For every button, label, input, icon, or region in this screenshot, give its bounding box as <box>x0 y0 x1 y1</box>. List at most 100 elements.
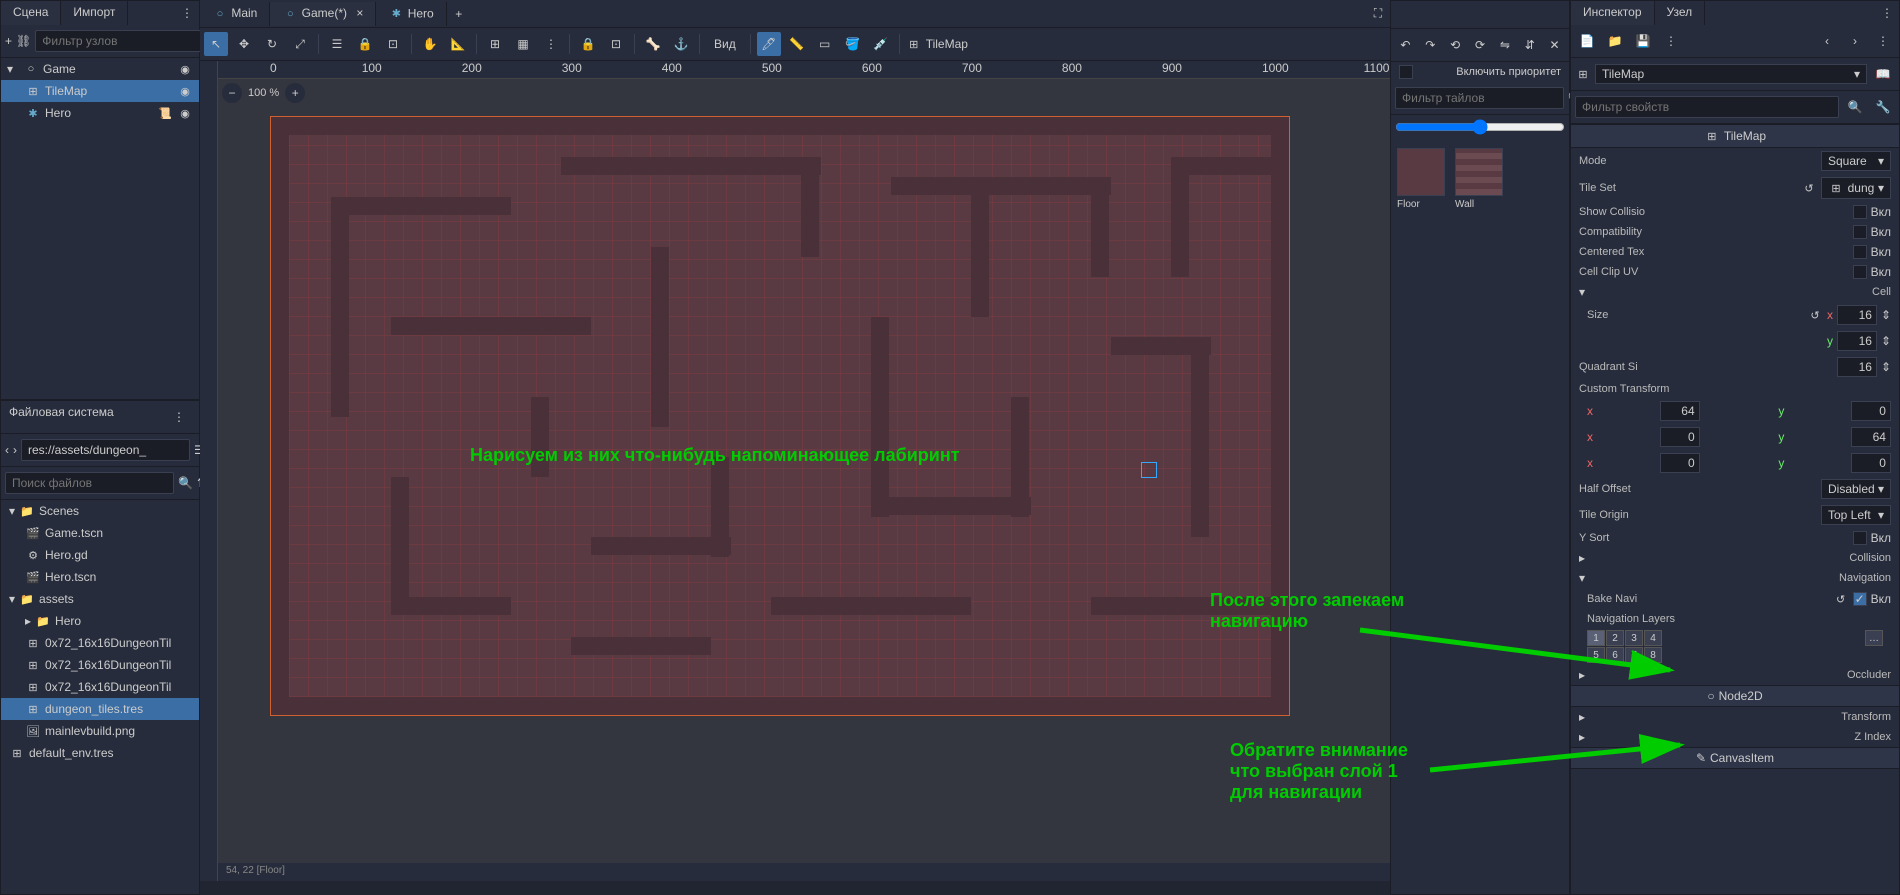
nav-layer-1[interactable]: 1 <box>1587 630 1605 646</box>
tab-import[interactable]: Импорт <box>61 1 128 25</box>
tree-node-tilemap[interactable]: ⊞ TileMap ◉ <box>1 80 199 102</box>
ct-01-input[interactable] <box>1851 401 1891 421</box>
fs-item[interactable]: ▾ 📁assets <box>1 588 199 610</box>
object-selector[interactable]: TileMap▾ <box>1595 64 1867 84</box>
history-fwd-icon[interactable]: › <box>1843 29 1867 53</box>
section-zindex[interactable]: ▸ Z Index <box>1571 727 1899 747</box>
anchor-icon[interactable]: ⚓ <box>669 32 693 56</box>
size-x-input[interactable] <box>1837 305 1877 325</box>
rotate-right-icon[interactable]: ⟳ <box>1470 33 1491 57</box>
viewport[interactable]: 0100200300400500600700800900100011001200… <box>200 61 1390 881</box>
nav-layer-3[interactable]: 3 <box>1625 630 1643 646</box>
inspector-menu-icon[interactable]: ⋮ <box>1875 1 1899 25</box>
load-resource-icon[interactable]: 📁 <box>1603 29 1627 53</box>
link-icon[interactable]: ⛓ <box>16 29 31 53</box>
history-menu-icon[interactable]: ⋮ <box>1871 29 1895 53</box>
search-icon[interactable]: 🔍 <box>1843 95 1867 119</box>
group-icon[interactable]: ⊡ <box>604 32 628 56</box>
clear-transform-icon[interactable]: ✕ <box>1544 33 1565 57</box>
mode-dropdown[interactable]: Square▾ <box>1821 151 1891 171</box>
tile-floor[interactable] <box>1397 148 1445 196</box>
tree-node-hero[interactable]: ✱ Hero 📜 ◉ <box>1 102 199 124</box>
list-tool-icon[interactable]: ☰ <box>325 32 349 56</box>
fs-item[interactable]: ▾ 📁Scenes <box>1 500 199 522</box>
revert-icon[interactable]: ↺ <box>1801 180 1817 196</box>
tab-node[interactable]: Узел <box>1655 1 1706 25</box>
section-navigation[interactable]: ▾ Navigation <box>1571 568 1899 588</box>
tools-icon[interactable]: 🔧 <box>1871 95 1895 119</box>
nav-back-icon[interactable]: ‹ <box>5 438 9 462</box>
view-menu[interactable]: Вид <box>706 37 744 51</box>
half-offset-dropdown[interactable]: Disabled▾ <box>1821 479 1891 499</box>
tree-node-game[interactable]: ▾○ Game ◉ <box>1 58 199 80</box>
show-collision-checkbox[interactable] <box>1853 205 1867 219</box>
fs-item[interactable]: ⊞dungeon_tiles.tres <box>1 698 199 720</box>
revert-icon[interactable]: ↺ <box>1833 591 1849 607</box>
line-tool-icon[interactable]: 📏 <box>785 32 809 56</box>
save-resource-icon[interactable]: 💾 <box>1631 29 1655 53</box>
nav-layer-7[interactable]: 7 <box>1625 647 1643 663</box>
tile-wall[interactable] <box>1455 148 1503 196</box>
fs-item[interactable]: ⚙Hero.gd <box>1 544 199 566</box>
scene-tab-main[interactable]: ○ Main <box>200 2 270 26</box>
lock-icon[interactable]: 🔒 <box>576 32 600 56</box>
nav-layer-2[interactable]: 2 <box>1606 630 1624 646</box>
grid-snap-icon[interactable]: ▦ <box>511 32 535 56</box>
history-back-icon[interactable]: ‹ <box>1815 29 1839 53</box>
section-node2d[interactable]: ○ Node2D <box>1571 685 1899 707</box>
tilemap-canvas[interactable] <box>270 116 1290 716</box>
bone-icon[interactable]: 🦴 <box>641 32 665 56</box>
rotate-tool-icon[interactable]: ↻ <box>260 32 284 56</box>
fs-menu-icon[interactable]: ⋮ <box>167 405 191 429</box>
rotate-left-icon[interactable]: ⟲ <box>1445 33 1466 57</box>
tab-scene[interactable]: Сцена <box>1 1 61 25</box>
stepper-icon[interactable]: ⇕ <box>1881 308 1891 322</box>
stepper-icon[interactable]: ⇕ <box>1881 360 1891 374</box>
fs-item[interactable]: 🎬Hero.tscn <box>1 566 199 588</box>
flip-h-icon[interactable]: ⇋ <box>1494 33 1515 57</box>
fs-item[interactable]: ⊞0x72_16x16DungeonTil <box>1 654 199 676</box>
cell-clip-uv-checkbox[interactable] <box>1853 265 1867 279</box>
nav-layer-6[interactable]: 6 <box>1606 647 1624 663</box>
ct-11-input[interactable] <box>1851 427 1891 447</box>
y-sort-checkbox[interactable] <box>1853 531 1867 545</box>
select-tool-icon[interactable]: ↖ <box>204 32 228 56</box>
priority-checkbox[interactable] <box>1399 65 1413 79</box>
docs-icon[interactable]: 📖 <box>1871 62 1895 86</box>
redo-icon[interactable]: ↷ <box>1420 33 1441 57</box>
bake-navi-checkbox[interactable]: ✓ <box>1853 592 1867 606</box>
script-icon[interactable]: 📜 <box>157 105 173 121</box>
move-tool-icon[interactable]: ✥ <box>232 32 256 56</box>
visibility-icon[interactable]: ◉ <box>177 61 193 77</box>
zoom-out-icon[interactable]: − <box>222 83 242 103</box>
tile-zoom-slider[interactable] <box>1395 119 1565 135</box>
stepper-icon[interactable]: ⇕ <box>1881 334 1891 348</box>
tile-origin-dropdown[interactable]: Top Left▾ <box>1821 505 1891 525</box>
lock-tool-icon[interactable]: 🔒 <box>353 32 377 56</box>
distraction-free-icon[interactable]: ⛶ <box>1366 2 1390 26</box>
compatibility-checkbox[interactable] <box>1853 225 1867 239</box>
paint-tool-icon[interactable]: 🖊 <box>757 32 781 56</box>
nav-layer-8[interactable]: 8 <box>1644 647 1662 663</box>
fs-item[interactable]: ⊞0x72_16x16DungeonTil <box>1 676 199 698</box>
close-icon[interactable]: × <box>356 6 363 20</box>
resource-menu-icon[interactable]: ⋮ <box>1659 29 1683 53</box>
section-canvasitem[interactable]: ✎ CanvasItem <box>1571 747 1899 769</box>
fs-item[interactable]: ▸ 📁Hero <box>1 610 199 632</box>
pan-tool-icon[interactable]: ✋ <box>418 32 442 56</box>
fs-search-input[interactable] <box>5 472 174 494</box>
revert-icon[interactable]: ↺ <box>1807 307 1823 323</box>
section-transform[interactable]: ▸ Transform <box>1571 707 1899 727</box>
centered-tex-checkbox[interactable] <box>1853 245 1867 259</box>
fs-item[interactable]: 🎬Game.tscn <box>1 522 199 544</box>
rect-tool-icon[interactable]: ▭ <box>813 32 837 56</box>
section-collision[interactable]: ▸ Collision <box>1571 548 1899 568</box>
fs-path-input[interactable] <box>21 439 190 461</box>
visibility-icon[interactable]: ◉ <box>177 105 193 121</box>
undo-icon[interactable]: ↶ <box>1395 33 1416 57</box>
fs-item[interactable]: ⊞0x72_16x16DungeonTil <box>1 632 199 654</box>
section-occluder[interactable]: ▸ Occluder <box>1571 665 1899 685</box>
scene-tab-hero[interactable]: ✱ Hero <box>376 2 446 26</box>
ct-20-input[interactable] <box>1660 453 1700 473</box>
ct-21-input[interactable] <box>1851 453 1891 473</box>
